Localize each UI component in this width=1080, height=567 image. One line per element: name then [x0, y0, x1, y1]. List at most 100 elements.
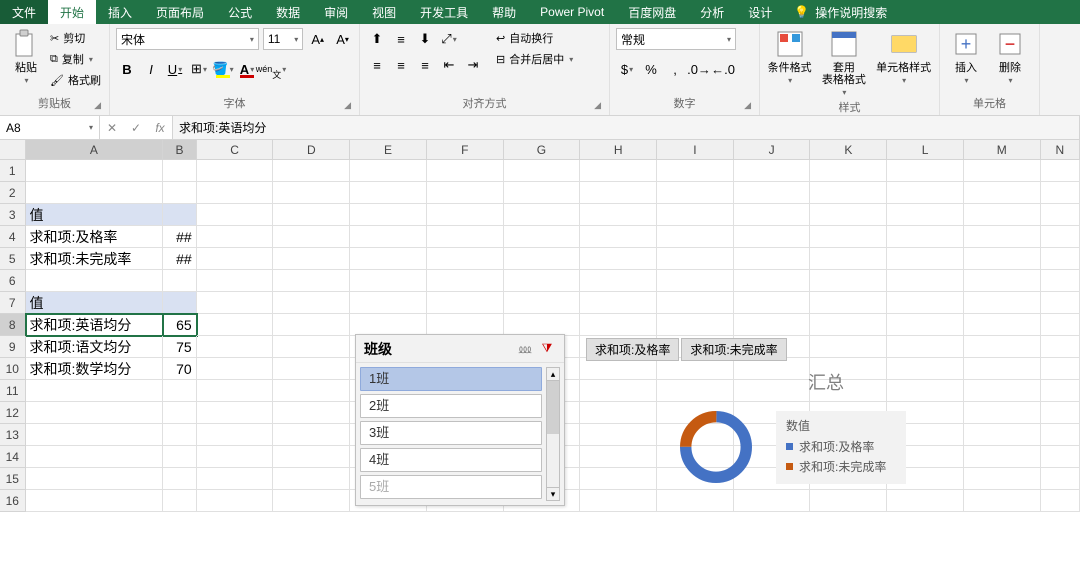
dialog-launcher-icon[interactable]: ◢: [594, 100, 601, 111]
cell-G6[interactable]: [504, 270, 581, 292]
cell-E4[interactable]: [350, 226, 427, 248]
chart-field-btn-1[interactable]: 求和项:及格率: [586, 338, 679, 361]
cell-N4[interactable]: [1041, 226, 1080, 248]
col-header-A[interactable]: A: [26, 140, 164, 159]
cell-K8[interactable]: [810, 314, 887, 336]
cell-F3[interactable]: [427, 204, 504, 226]
row-header-14[interactable]: 14: [0, 446, 26, 468]
cell-I4[interactable]: [657, 226, 734, 248]
tab-view[interactable]: 视图: [360, 0, 408, 24]
cell-D4[interactable]: [273, 226, 350, 248]
row-header-12[interactable]: 12: [0, 402, 26, 424]
cell-C10[interactable]: [197, 358, 274, 380]
chart-field-btn-2[interactable]: 求和项:未完成率: [681, 338, 786, 361]
fx-button[interactable]: fx: [148, 121, 172, 135]
cell-J5[interactable]: [734, 248, 811, 270]
cell-B14[interactable]: [163, 446, 197, 468]
cell-C12[interactable]: [197, 402, 274, 424]
cell-I8[interactable]: [657, 314, 734, 336]
multiselect-icon[interactable]: ⅏: [516, 340, 534, 358]
row-header-6[interactable]: 6: [0, 270, 26, 292]
cell-F1[interactable]: [427, 160, 504, 182]
cell-B10[interactable]: 70: [163, 358, 197, 380]
cell-A3[interactable]: 值: [26, 204, 164, 226]
col-header-E[interactable]: E: [350, 140, 427, 159]
tab-analyze[interactable]: 分析: [688, 0, 736, 24]
col-header-I[interactable]: I: [657, 140, 734, 159]
tell-me[interactable]: 💡 操作说明搜索: [794, 0, 887, 24]
cell-D8[interactable]: [273, 314, 350, 336]
cell-L4[interactable]: [887, 226, 964, 248]
row-header-2[interactable]: 2: [0, 182, 26, 204]
cell-N2[interactable]: [1041, 182, 1080, 204]
row-header-16[interactable]: 16: [0, 490, 26, 512]
cell-C4[interactable]: [197, 226, 274, 248]
cell-A5[interactable]: 求和项:未完成率: [26, 248, 164, 270]
cell-B15[interactable]: [163, 468, 197, 490]
cell-G2[interactable]: [504, 182, 581, 204]
row-header-4[interactable]: 4: [0, 226, 26, 248]
insert-cells-button[interactable]: + 插入▾: [946, 28, 986, 93]
cell-J6[interactable]: [734, 270, 811, 292]
row-header-11[interactable]: 11: [0, 380, 26, 402]
cell-I7[interactable]: [657, 292, 734, 314]
cell-A16[interactable]: [26, 490, 164, 512]
cell-B13[interactable]: [163, 424, 197, 446]
row-header-5[interactable]: 5: [0, 248, 26, 270]
cancel-button[interactable]: ✕: [100, 121, 124, 135]
cell-N5[interactable]: [1041, 248, 1080, 270]
cell-A9[interactable]: 求和项:语文均分: [26, 336, 164, 358]
cell-I5[interactable]: [657, 248, 734, 270]
cell-A15[interactable]: [26, 468, 164, 490]
tab-design[interactable]: 设计: [736, 0, 784, 24]
dec-decimal-button[interactable]: ←.0: [712, 58, 734, 80]
font-name-select[interactable]: 宋体▾: [116, 28, 259, 50]
cell-C9[interactable]: [197, 336, 274, 358]
conditional-format-button[interactable]: 条件格式▾: [766, 28, 813, 97]
row-header-13[interactable]: 13: [0, 424, 26, 446]
bold-button[interactable]: B: [116, 58, 138, 80]
cell-G1[interactable]: [504, 160, 581, 182]
cell-C15[interactable]: [197, 468, 274, 490]
wrap-text-button[interactable]: ↩自动换行: [496, 28, 573, 48]
cell-K4[interactable]: [810, 226, 887, 248]
cell-D3[interactable]: [273, 204, 350, 226]
cell-C13[interactable]: [197, 424, 274, 446]
tab-data[interactable]: 数据: [264, 0, 312, 24]
cell-E8[interactable]: [350, 314, 427, 336]
cell-C6[interactable]: [197, 270, 274, 292]
cell-M5[interactable]: [964, 248, 1041, 270]
row-header-9[interactable]: 9: [0, 336, 26, 358]
cell-N7[interactable]: [1041, 292, 1080, 314]
scroll-up-icon[interactable]: ▴: [546, 367, 560, 381]
cell-C16[interactable]: [197, 490, 274, 512]
font-color-button[interactable]: A▾: [236, 58, 258, 80]
dialog-launcher-icon[interactable]: ◢: [344, 100, 351, 111]
cell-I1[interactable]: [657, 160, 734, 182]
slicer-item-1[interactable]: 1班: [360, 367, 542, 391]
slicer-item-3[interactable]: 3班: [360, 421, 542, 445]
cell-D10[interactable]: [273, 358, 350, 380]
cell-H7[interactable]: [580, 292, 657, 314]
cell-M8[interactable]: [964, 314, 1041, 336]
format-painter-button[interactable]: 🖌格式刷: [50, 70, 101, 90]
cell-B4[interactable]: ##: [163, 226, 197, 248]
cell-F4[interactable]: [427, 226, 504, 248]
underline-button[interactable]: U▾: [164, 58, 186, 80]
cell-E6[interactable]: [350, 270, 427, 292]
cell-F6[interactable]: [427, 270, 504, 292]
indent-inc-button[interactable]: ⇥: [462, 54, 484, 76]
cell-G3[interactable]: [504, 204, 581, 226]
cell-D5[interactable]: [273, 248, 350, 270]
table-format-button[interactable]: 套用 表格格式▾: [817, 28, 870, 97]
slicer-scrollbar[interactable]: ▴ ▾: [546, 367, 560, 501]
tab-file[interactable]: 文件: [0, 0, 48, 24]
slicer-class[interactable]: 班级 ⅏ ⧩ 1班 2班 3班 4班 5班 ▴ ▾: [355, 334, 565, 506]
cell-B12[interactable]: [163, 402, 197, 424]
paste-button[interactable]: 粘贴 ▾: [6, 28, 46, 93]
col-header-F[interactable]: F: [427, 140, 504, 159]
cell-K7[interactable]: [810, 292, 887, 314]
cell-A10[interactable]: 求和项:数学均分: [26, 358, 164, 380]
cell-K5[interactable]: [810, 248, 887, 270]
cell-A11[interactable]: [26, 380, 164, 402]
